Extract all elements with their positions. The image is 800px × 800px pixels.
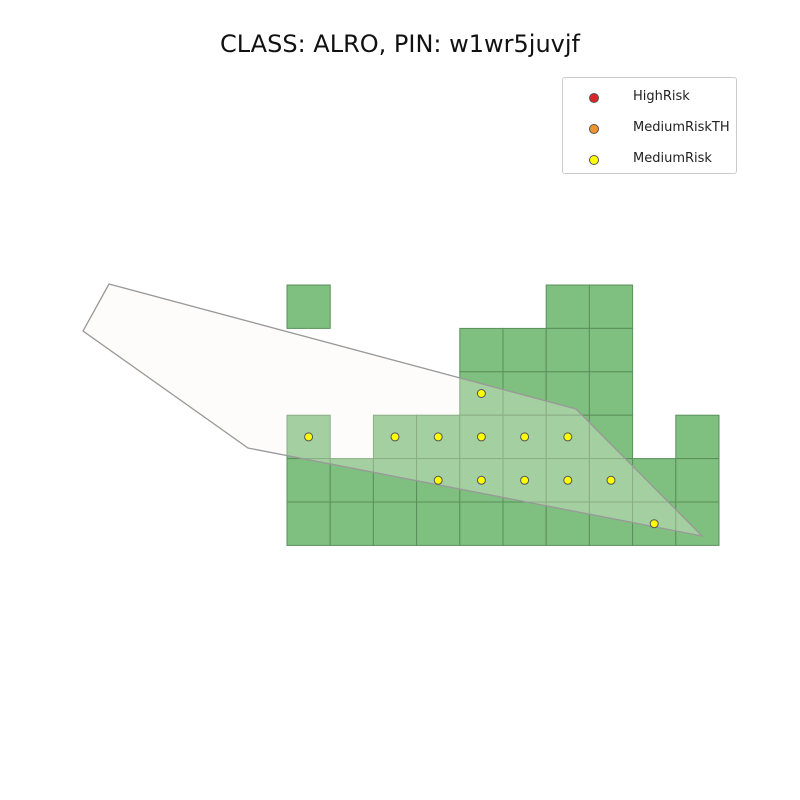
legend: HighRisk MediumRiskTH MediumRisk (562, 77, 737, 174)
risk-point (390, 432, 400, 442)
grid-cell (286, 501, 331, 546)
risk-point (433, 432, 443, 442)
grid-cell (675, 458, 720, 503)
orange-dot-icon (589, 124, 599, 134)
grid-cell (588, 327, 634, 373)
grid-cell (372, 501, 418, 546)
risk-point (476, 432, 486, 442)
legend-item: HighRisk (563, 88, 736, 108)
grid-cell (545, 327, 590, 373)
grid-cell (459, 327, 504, 373)
legend-label: MediumRisk (633, 151, 712, 166)
risk-point (520, 475, 530, 485)
grid-cell (675, 414, 720, 460)
risk-point (304, 432, 314, 442)
grid-cell (286, 284, 331, 329)
legend-label: MediumRiskTH (633, 120, 730, 135)
risk-point (476, 389, 486, 398)
yellow-dot-icon (589, 155, 599, 165)
risk-point (520, 432, 530, 442)
grid-cell (588, 284, 634, 329)
grid-cell (502, 327, 547, 373)
grid-cell (416, 501, 461, 546)
legend-item: MediumRisk (563, 150, 736, 170)
risk-point (563, 475, 573, 485)
grid-cell (286, 458, 331, 503)
risk-point (563, 432, 573, 442)
risk-point (433, 475, 443, 485)
grid-cell (459, 501, 504, 546)
risk-point (606, 475, 616, 485)
legend-label: HighRisk (633, 89, 690, 104)
grid-cell (545, 284, 590, 329)
grid-cell (588, 371, 634, 416)
red-dot-icon (589, 93, 599, 103)
legend-item: MediumRiskTH (563, 119, 736, 139)
risk-point (476, 475, 486, 485)
grid-cell (329, 501, 374, 546)
grid-cell (502, 501, 547, 546)
risk-point (649, 519, 659, 529)
